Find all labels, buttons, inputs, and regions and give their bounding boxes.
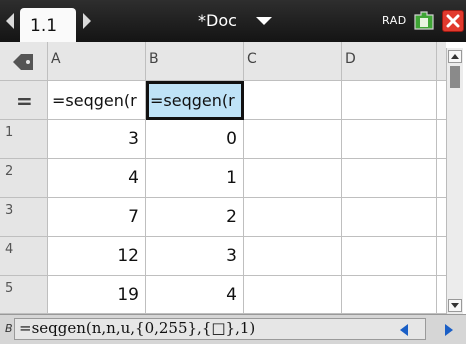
table-cell[interactable] xyxy=(244,237,342,276)
table-cell[interactable]: 1 xyxy=(146,159,244,198)
table-cell[interactable]: 2 xyxy=(146,198,244,237)
row-header[interactable]: 1 xyxy=(0,120,48,159)
column-header-c[interactable]: C xyxy=(244,42,342,81)
formula-entry-text: =seqgen(n,n,u,{0,255},{□},1) xyxy=(19,319,256,337)
scroll-up-icon[interactable] xyxy=(448,50,462,63)
table-cell[interactable]: 19 xyxy=(48,276,146,314)
nav-right-icon[interactable] xyxy=(83,13,91,29)
scroll-thumb[interactable] xyxy=(450,66,460,88)
battery-icon xyxy=(414,11,434,30)
table-row: 3 7 2 xyxy=(0,198,446,237)
history-prev-icon[interactable] xyxy=(400,324,408,336)
table-cell[interactable] xyxy=(342,120,437,159)
table-cell[interactable] xyxy=(342,237,437,276)
row-header[interactable]: 5 xyxy=(0,276,48,314)
tab-label: 1.1 xyxy=(30,16,58,36)
table-row: 5 19 4 xyxy=(0,276,446,314)
formula-cell-e[interactable] xyxy=(437,81,446,120)
table-cell[interactable]: 3 xyxy=(48,120,146,159)
tag-icon xyxy=(13,54,33,70)
table-cell[interactable]: 4 xyxy=(48,159,146,198)
table-cell[interactable] xyxy=(437,120,446,159)
formula-entry-field[interactable]: =seqgen(n,n,u,{0,255},{□},1) xyxy=(14,318,426,340)
formula-cell-c[interactable] xyxy=(244,81,342,120)
table-row: 4 12 3 xyxy=(0,237,446,276)
document-title[interactable]: *Doc xyxy=(198,11,237,30)
table-cell[interactable] xyxy=(342,276,437,314)
vertical-scrollbar[interactable] xyxy=(446,48,463,314)
formula-row-marker: = xyxy=(0,81,48,120)
cell-reference: B xyxy=(5,322,13,335)
table-cell[interactable]: 7 xyxy=(48,198,146,237)
angle-mode-indicator: RAD xyxy=(382,14,407,27)
table-row: 1 3 0 xyxy=(0,120,446,159)
scroll-down-icon[interactable] xyxy=(448,299,462,312)
table-cell[interactable]: 12 xyxy=(48,237,146,276)
table-cell[interactable] xyxy=(437,159,446,198)
table-cell[interactable]: 4 xyxy=(146,276,244,314)
table-cell[interactable]: 0 xyxy=(146,120,244,159)
spreadsheet-grid: A B C D = =seqgen(r =seqgen(r 1 3 0 2 4 … xyxy=(0,42,446,314)
column-header-a[interactable]: A xyxy=(48,42,146,81)
entry-line: B =seqgen(n,n,u,{0,255},{□},1) xyxy=(0,314,466,344)
tab-1-1[interactable]: 1.1 xyxy=(20,8,76,42)
row-header[interactable]: 3 xyxy=(0,198,48,237)
formula-cell-a[interactable]: =seqgen(r xyxy=(48,81,146,120)
nav-left-icon[interactable] xyxy=(6,13,14,29)
row-header[interactable]: 4 xyxy=(0,237,48,276)
formula-cell-b[interactable]: =seqgen(r xyxy=(146,81,244,120)
table-cell[interactable] xyxy=(437,198,446,237)
table-cell[interactable]: 3 xyxy=(146,237,244,276)
table-cell[interactable] xyxy=(244,198,342,237)
table-cell[interactable] xyxy=(342,159,437,198)
column-header-b[interactable]: B xyxy=(146,42,244,81)
history-next-icon[interactable] xyxy=(445,324,453,336)
title-bar: 1.1 *Doc RAD xyxy=(0,0,466,42)
close-icon[interactable] xyxy=(442,10,464,32)
formula-cell-d[interactable] xyxy=(342,81,437,120)
table-cell[interactable] xyxy=(437,276,446,314)
table-cell[interactable] xyxy=(244,159,342,198)
column-header-e[interactable] xyxy=(437,42,446,81)
column-header-row: A B C D xyxy=(0,42,446,81)
table-cell[interactable] xyxy=(244,276,342,314)
table-cell[interactable] xyxy=(244,120,342,159)
column-header-d[interactable]: D xyxy=(342,42,437,81)
row-header[interactable]: 2 xyxy=(0,159,48,198)
table-cell[interactable] xyxy=(437,237,446,276)
formula-row: = =seqgen(r =seqgen(r xyxy=(0,81,446,120)
table-cell[interactable] xyxy=(342,198,437,237)
dropdown-caret-icon[interactable] xyxy=(256,17,272,25)
table-row: 2 4 1 xyxy=(0,159,446,198)
corner-cell[interactable] xyxy=(0,42,48,81)
